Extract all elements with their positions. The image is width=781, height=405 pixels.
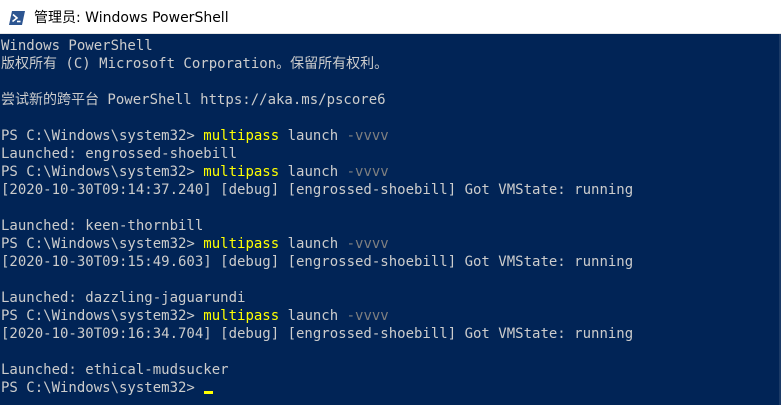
prompt-text: PS C:\Windows\system32> bbox=[1, 380, 204, 396]
output-line: [2020-10-30T09:14:37.240] [debug] [engro… bbox=[1, 182, 634, 198]
prompt-text: PS C:\Windows\system32> bbox=[1, 308, 204, 324]
powershell-icon bbox=[9, 10, 25, 25]
prompt-line: PS C:\Windows\system32> multipass launch… bbox=[1, 235, 781, 253]
command-text: multipass bbox=[203, 236, 280, 252]
command-args: launch bbox=[279, 128, 347, 144]
prompt-line: PS C:\Windows\system32> multipass launch… bbox=[1, 163, 781, 181]
output-line: Launched: dazzling-jaguarundi bbox=[1, 290, 246, 306]
output-line: Launched: engrossed-shoebill bbox=[1, 146, 238, 162]
prompt-line: PS C:\Windows\system32> bbox=[1, 379, 781, 397]
window-title: 管理员: Windows PowerShell bbox=[34, 9, 229, 26]
output-line: Launched: ethical-mudsucker bbox=[1, 362, 229, 378]
powershell-window: 管理员: Windows PowerShell Windows PowerShe… bbox=[0, 0, 781, 405]
command-parameter: -vvvv bbox=[346, 128, 389, 144]
text-cursor bbox=[204, 391, 214, 394]
command-args: launch bbox=[279, 308, 347, 324]
command-parameter: -vvvv bbox=[346, 236, 389, 252]
output-line: Windows PowerShell bbox=[1, 38, 153, 54]
command-parameter: -vvvv bbox=[346, 308, 389, 324]
prompt-line: PS C:\Windows\system32> multipass launch… bbox=[1, 307, 781, 325]
prompt-text: PS C:\Windows\system32> bbox=[1, 164, 204, 180]
command-text: multipass bbox=[203, 164, 280, 180]
command-text: multipass bbox=[203, 128, 280, 144]
output-line: 版权所有 (C) Microsoft Corporation。保留所有权利。 bbox=[1, 56, 389, 72]
output-line: [2020-10-30T09:16:34.704] [debug] [engro… bbox=[1, 326, 634, 342]
command-parameter: -vvvv bbox=[346, 164, 389, 180]
command-args: launch bbox=[279, 164, 347, 180]
console-output[interactable]: Windows PowerShell 版权所有 (C) Microsoft Cor… bbox=[0, 34, 781, 405]
output-line: Launched: keen-thornbill bbox=[1, 218, 204, 234]
prompt-text: PS C:\Windows\system32> bbox=[1, 128, 204, 144]
command-text: multipass bbox=[203, 308, 280, 324]
prompt-line: PS C:\Windows\system32> multipass launch… bbox=[1, 127, 781, 145]
output-line: 尝试新的跨平台 PowerShell https://aka.ms/pscore… bbox=[1, 92, 386, 108]
prompt-text: PS C:\Windows\system32> bbox=[1, 236, 204, 252]
output-line: [2020-10-30T09:15:49.603] [debug] [engro… bbox=[1, 254, 634, 270]
command-args: launch bbox=[279, 236, 347, 252]
title-bar[interactable]: 管理员: Windows PowerShell bbox=[0, 0, 781, 34]
